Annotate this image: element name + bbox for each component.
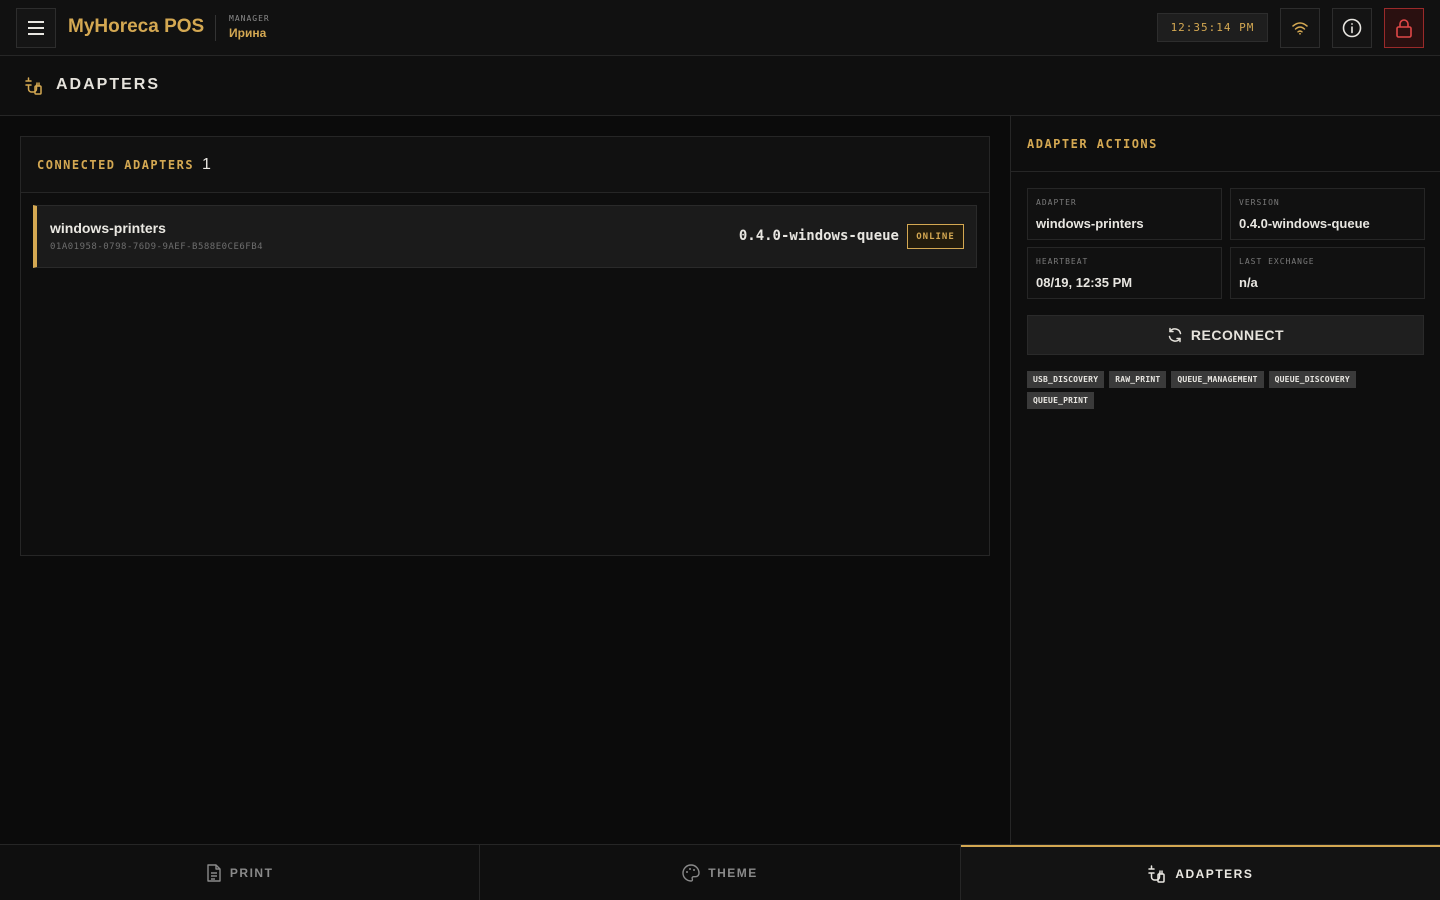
adapter-version: 0.4.0-windows-queue (738, 228, 899, 244)
tab-label: THEME (708, 865, 758, 880)
page-title-bar: ADAPTERS (0, 56, 1440, 116)
tab-print[interactable]: PRINT (0, 845, 481, 900)
tab-label: PRINT (229, 865, 274, 880)
capability-tag: QUEUE_PRINT (1027, 392, 1095, 409)
adapter-name: windows-printers (50, 220, 166, 236)
reconnect-button[interactable]: RECONNECT (1027, 315, 1424, 355)
connected-adapters-panel: CONNECTED ADAPTERS 1 windows-printers 01… (20, 136, 990, 556)
connected-adapters-label: CONNECTED ADAPTERS (37, 157, 195, 172)
app-title: MyHoreca POS (68, 16, 205, 37)
connected-adapters-header: CONNECTED ADAPTERS 1 (21, 137, 989, 193)
field-label: VERSION (1239, 198, 1280, 207)
adapter-actions-title: ADAPTER ACTIONS (1011, 116, 1440, 172)
adapter-icon (1148, 864, 1166, 883)
wifi-icon (1292, 22, 1308, 35)
hamburger-icon (28, 21, 44, 35)
network-status-button[interactable] (1280, 8, 1320, 48)
tab-label: ADAPTERS (1175, 866, 1254, 881)
capability-tag: QUEUE_MANAGEMENT (1171, 371, 1264, 388)
info-button[interactable] (1332, 8, 1372, 48)
info-icon (1342, 18, 1362, 38)
capability-tag: QUEUE_DISCOVERY (1268, 371, 1356, 388)
heartbeat-field-card: HEARTBEAT 08/19, 12:35 PM (1027, 247, 1222, 299)
connected-adapters-count: 1 (202, 155, 211, 173)
adapter-actions-panel: ADAPTER ACTIONS ADAPTER windows-printers… (1010, 116, 1440, 844)
adapter-field-card: ADAPTER windows-printers (1027, 188, 1222, 240)
field-label: HEARTBEAT (1036, 257, 1089, 266)
capability-tag: USB_DISCOVERY (1027, 371, 1105, 388)
adapter-list-item[interactable]: windows-printers 01A01958-0798-76D9-9AEF… (33, 205, 977, 268)
tab-adapters[interactable]: ADAPTERS (960, 845, 1440, 900)
field-value: n/a (1239, 275, 1258, 290)
capability-tag: RAW_PRINT (1109, 371, 1167, 388)
palette-icon (682, 863, 700, 882)
lock-icon (1396, 19, 1412, 38)
field-label: ADAPTER (1036, 198, 1077, 207)
version-field-card: VERSION 0.4.0-windows-queue (1230, 188, 1425, 240)
user-name: Ирина (229, 26, 267, 40)
user-role: MANAGER (229, 14, 270, 23)
field-value: 08/19, 12:35 PM (1036, 275, 1133, 290)
header-divider (215, 15, 216, 41)
document-icon (207, 863, 221, 882)
status-badge: ONLINE (907, 224, 964, 249)
field-label: LAST EXCHANGE (1239, 257, 1315, 266)
top-bar: MyHoreca POS MANAGER Ирина 12:35:14 PM (0, 0, 1440, 56)
adapter-id: 01A01958-0798-76D9-9AEF-B588E0CE6FB4 (50, 242, 264, 252)
lock-button[interactable] (1384, 8, 1424, 48)
menu-button[interactable] (16, 8, 56, 48)
last-exchange-field-card: LAST EXCHANGE n/a (1230, 247, 1425, 299)
tab-theme[interactable]: THEME (480, 845, 961, 900)
field-value: 0.4.0-windows-queue (1239, 216, 1370, 231)
bottom-navigation: PRINT THEME ADAPTERS (0, 844, 1440, 900)
adapter-icon (25, 77, 42, 95)
refresh-icon (1168, 327, 1182, 343)
page-title: ADAPTERS (56, 76, 161, 93)
clock: 12:35:14 PM (1157, 13, 1268, 42)
reconnect-label: RECONNECT (1190, 327, 1285, 343)
field-value: windows-printers (1036, 216, 1144, 231)
capability-tags: USB_DISCOVERY RAW_PRINT QUEUE_MANAGEMENT… (1027, 371, 1427, 409)
